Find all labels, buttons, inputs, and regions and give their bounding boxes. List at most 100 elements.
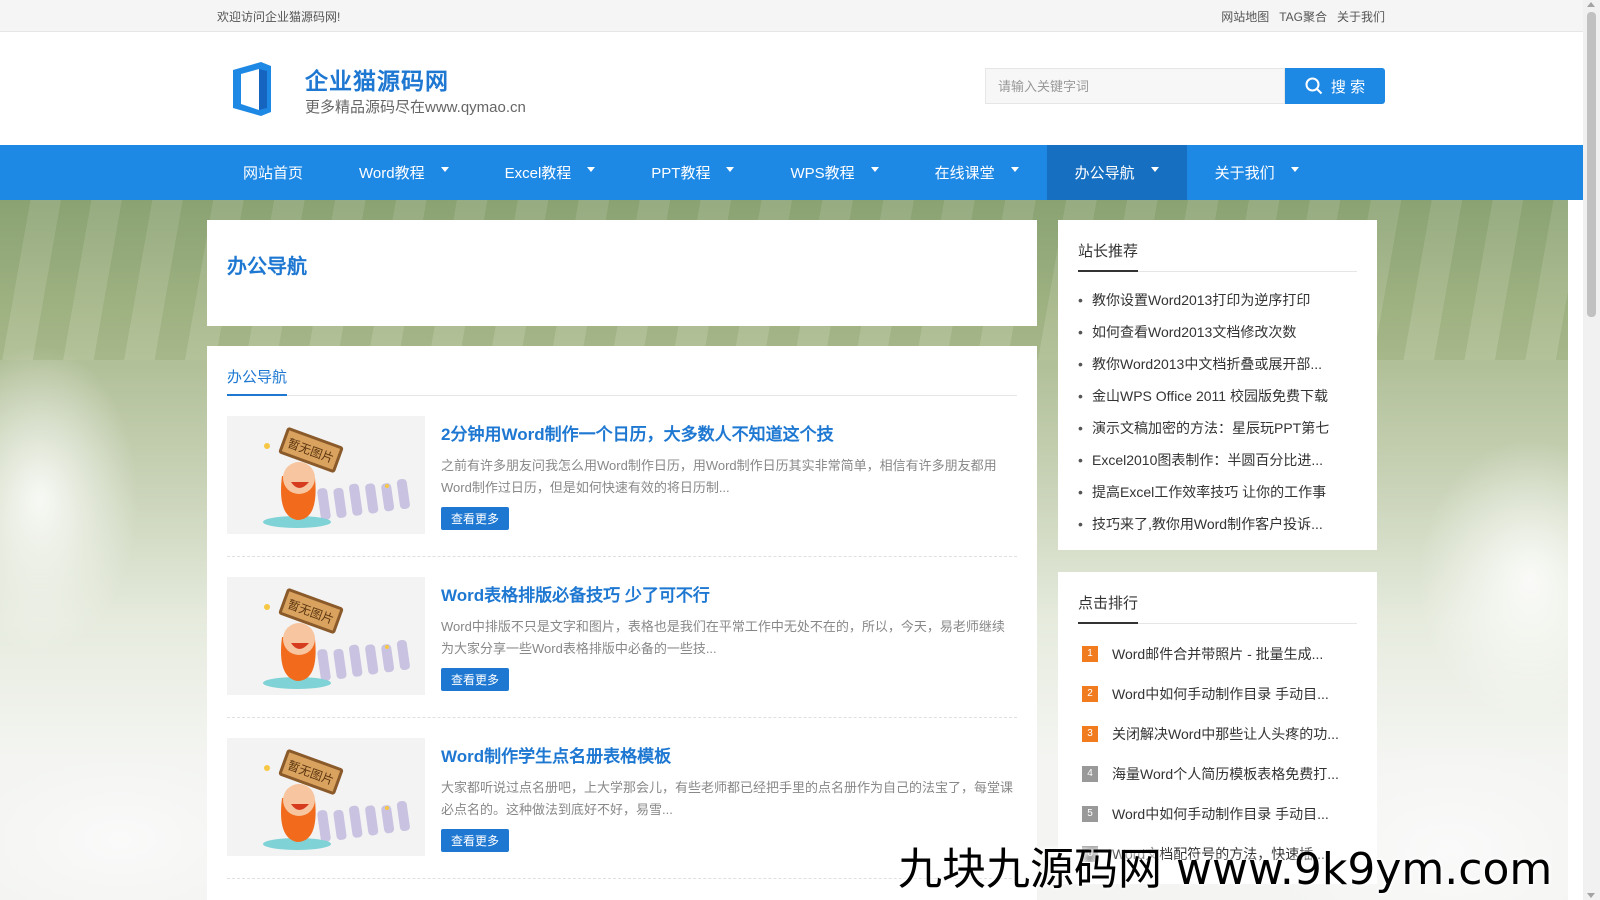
no-image-placeholder-icon: 暂无图片 — [227, 738, 425, 856]
rank-badge: 2 — [1082, 686, 1098, 702]
caret-down-icon — [1010, 167, 1019, 172]
search-button-label: 搜 索 — [1330, 78, 1366, 96]
article-thumbnail[interactable]: 暂无图片 — [227, 577, 425, 695]
scrollbar-thumb[interactable] — [1587, 12, 1596, 317]
recommend-item[interactable]: 教你Word2013中文档折叠或展开部... — [1078, 348, 1357, 380]
article-item: 暂无图片 2分钟用Word制作一个日历，大多数人不知道这个技 之前有许多朋友问我… — [227, 396, 1017, 557]
caret-down-icon — [587, 167, 596, 172]
ranking-title: 点击排行 — [1078, 590, 1139, 624]
read-more-button[interactable]: 查看更多 — [441, 829, 510, 852]
search-input[interactable] — [985, 68, 1285, 104]
content-column: 办公导航 办公导航 暂无图片 2分钟用Word制作一个日历，大多数人不知道这个技… — [207, 220, 1037, 900]
recommend-box: 站长推荐 教你设置Word2013打印为逆序打印 如何查看Word2013文档修… — [1058, 220, 1377, 550]
ranking-item-title: 海量Word个人简历模板表格免费打... — [1112, 766, 1339, 782]
main-nav: 网站首页 Word教程 Excel教程 PPT教程 WPS教程 在线课堂 办公导… — [0, 145, 1600, 200]
logo-icon[interactable] — [227, 60, 275, 118]
caret-down-icon — [870, 167, 879, 172]
scroll-down-arrow-icon[interactable] — [1587, 893, 1595, 898]
recommend-item[interactable]: 金山WPS Office 2011 校园版免费下载 — [1078, 380, 1357, 412]
article-body: Word表格排版必备技巧 少了可不行 Word中排版不只是文字和图片，表格也是我… — [441, 577, 1017, 697]
search-bar: 搜 索 — [985, 68, 1385, 104]
caret-down-icon — [726, 167, 735, 172]
recommend-item[interactable]: 如何查看Word2013文档修改次数 — [1078, 316, 1357, 348]
site-title[interactable]: 企业猫源码网 — [305, 62, 449, 96]
category-header: 办公导航 — [207, 220, 1037, 326]
nav-office-guide[interactable]: 办公导航 — [1046, 145, 1187, 200]
caret-down-icon — [1290, 167, 1299, 172]
nav-wps[interactable]: WPS教程 — [762, 145, 906, 200]
ranking-title-bar: 点击排行 — [1078, 590, 1357, 624]
recommend-item[interactable]: Excel2010图表制作：半圆百分比进... — [1078, 444, 1357, 476]
recommend-item[interactable]: 教你设置Word2013打印为逆序打印 — [1078, 284, 1357, 316]
ranking-item[interactable]: 4 海量Word个人简历模板表格免费打... — [1078, 754, 1357, 794]
ranking-item-title: Word中如何手动制作目录 手动目... — [1112, 686, 1329, 702]
nav-label: 网站首页 — [243, 165, 304, 182]
rank-badge: 3 — [1082, 726, 1098, 742]
article-title[interactable]: Word制作学生点名册表格模板 — [441, 742, 1017, 767]
recommend-item[interactable]: 技巧来了,教你用Word制作客户投诉... — [1078, 508, 1357, 540]
recommend-item[interactable]: 提高Excel工作效率技巧 让你的工作事 — [1078, 476, 1357, 508]
article-summary: Word中排版不只是文字和图片，表格也是我们在平常工作中无处不在的，所以，今天，… — [441, 619, 1005, 656]
article-thumbnail[interactable]: 暂无图片 — [227, 416, 425, 534]
recommend-item[interactable]: 演示文稿加密的方法：星辰玩PPT第七 — [1078, 412, 1357, 444]
article-title[interactable]: 2分钟用Word制作一个日历，大多数人不知道这个技 — [441, 420, 1017, 445]
nav-word[interactable]: Word教程 — [331, 145, 477, 200]
no-image-placeholder-icon: 暂无图片 — [227, 577, 425, 695]
site-subtitle: 更多精品源码尽在www.qymao.cn — [305, 99, 526, 116]
watermark-text: 九块九源码网 www.9k9ym.com — [898, 844, 1553, 895]
nav-label: Word教程 — [359, 165, 425, 182]
rank-badge: 5 — [1082, 806, 1098, 822]
search-icon — [1305, 77, 1323, 95]
page-scrollbar[interactable] — [1583, 0, 1600, 900]
main-area: 办公导航 办公导航 暂无图片 2分钟用Word制作一个日历，大多数人不知道这个技… — [0, 200, 1568, 900]
nav-excel[interactable]: Excel教程 — [477, 145, 624, 200]
read-more-button[interactable]: 查看更多 — [441, 668, 510, 691]
article-title[interactable]: Word表格排版必备技巧 少了可不行 — [441, 581, 1017, 606]
article-item: 暂无图片 Word表格排版必备技巧 少了可不行 Word中排版不只是文字和图片，… — [227, 557, 1017, 718]
nav-label: 关于我们 — [1214, 165, 1275, 182]
nav-online-class[interactable]: 在线课堂 — [907, 145, 1047, 200]
nav-label: Excel教程 — [504, 165, 572, 182]
ranking-item-title: Word中如何手动制作目录 手动目... — [1112, 806, 1329, 822]
nav-ppt[interactable]: PPT教程 — [623, 145, 762, 200]
nav-label: WPS教程 — [790, 165, 855, 182]
recommend-title: 站长推荐 — [1078, 238, 1139, 272]
top-link-sitemap[interactable]: 网站地图 — [1221, 8, 1269, 25]
recommend-title-bar: 站长推荐 — [1078, 238, 1357, 272]
caret-down-icon — [440, 167, 449, 172]
rank-badge: 4 — [1082, 766, 1098, 782]
ranking-item[interactable]: 5 Word中如何手动制作目录 手动目... — [1078, 794, 1357, 834]
article-thumbnail[interactable]: 暂无图片 — [227, 738, 425, 856]
sidebar: 站长推荐 教你设置Word2013打印为逆序打印 如何查看Word2013文档修… — [1058, 220, 1377, 884]
nav-label: 在线课堂 — [934, 165, 995, 182]
top-bar: 欢迎访问企业猫源码网! 网站地图 TAG聚合 关于我们 — [0, 0, 1600, 32]
nav-label: PPT教程 — [651, 165, 711, 182]
caret-down-icon — [1150, 167, 1159, 172]
article-list: 办公导航 暂无图片 2分钟用Word制作一个日历，大多数人不知道这个技 之前有许… — [207, 346, 1037, 900]
read-more-button[interactable]: 查看更多 — [441, 507, 510, 530]
rank-badge: 1 — [1082, 646, 1098, 662]
nav-label: 办公导航 — [1074, 165, 1135, 182]
nav-home[interactable]: 网站首页 — [215, 145, 331, 200]
scroll-up-arrow-icon[interactable] — [1587, 2, 1595, 7]
category-title: 办公导航 — [227, 256, 307, 278]
site-header: 企业猫源码网 更多精品源码尽在www.qymao.cn 搜 索 — [0, 32, 1600, 145]
top-link-tags[interactable]: TAG聚合 — [1279, 8, 1327, 25]
top-links: 网站地图 TAG聚合 关于我们 — [1221, 8, 1385, 25]
nav-about[interactable]: 关于我们 — [1187, 145, 1327, 200]
article-summary: 之前有许多朋友问我怎么用Word制作日历，用Word制作日历其实非常简单，相信有… — [441, 458, 997, 495]
ranking-item[interactable]: 1 Word邮件合并带照片 - 批量生成... — [1078, 634, 1357, 674]
ranking-item-title: Word邮件合并带照片 - 批量生成... — [1112, 646, 1324, 662]
recommend-list: 教你设置Word2013打印为逆序打印 如何查看Word2013文档修改次数 教… — [1078, 272, 1357, 540]
search-button[interactable]: 搜 索 — [1285, 68, 1385, 104]
article-summary: 大家都听说过点名册吧，上大学那会儿，有些老师都已经把手里的点名册作为自己的法宝了… — [441, 780, 1014, 817]
list-tab-active[interactable]: 办公导航 — [227, 364, 288, 396]
ranking-item-title: 关闭解决Word中那些让人头疼的功... — [1112, 726, 1339, 742]
ranking-item[interactable]: 3 关闭解决Word中那些让人头疼的功... — [1078, 714, 1357, 754]
welcome-text: 欢迎访问企业猫源码网! — [217, 9, 341, 24]
ranking-item[interactable]: 2 Word中如何手动制作目录 手动目... — [1078, 674, 1357, 714]
no-image-placeholder-icon: 暂无图片 — [227, 416, 425, 534]
list-tab-bar: 办公导航 — [227, 364, 1017, 396]
top-link-about[interactable]: 关于我们 — [1337, 8, 1385, 25]
article-body: 2分钟用Word制作一个日历，大多数人不知道这个技 之前有许多朋友问我怎么用Wo… — [441, 416, 1017, 536]
